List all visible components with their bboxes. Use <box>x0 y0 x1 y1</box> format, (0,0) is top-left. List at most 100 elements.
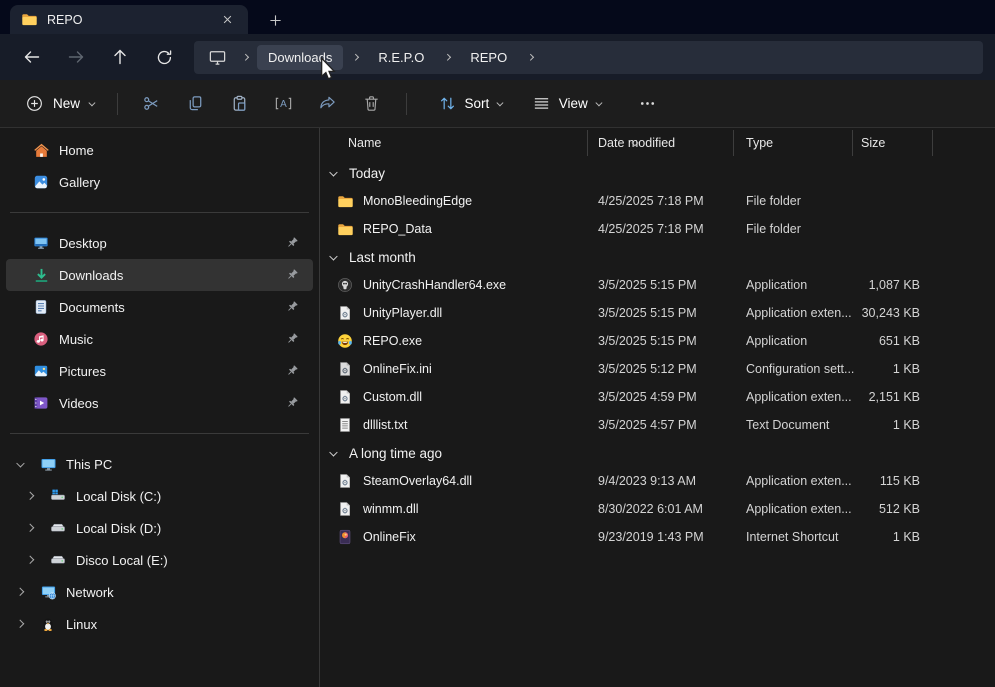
address-bar[interactable]: Downloads R.E.P.O REPO <box>194 41 983 74</box>
view-button[interactable]: View <box>521 87 612 120</box>
breadcrumb-item-r-e-p-o[interactable]: R.E.P.O <box>367 45 435 70</box>
sidebar-item-this-pc[interactable]: This PC <box>6 448 313 480</box>
tree-chevron-icon[interactable] <box>20 493 40 499</box>
group-collapse-icon <box>326 450 340 456</box>
sidebar-item-videos[interactable]: Videos <box>6 387 313 419</box>
column-header-name[interactable]: Name <box>320 130 588 156</box>
sidebar-item-network[interactable]: Network <box>6 576 313 608</box>
breadcrumb-chevron-icon[interactable] <box>435 55 459 60</box>
desktop-icon <box>32 235 50 251</box>
paste-button[interactable] <box>218 86 262 122</box>
sidebar-item-downloads[interactable]: Downloads <box>6 259 313 291</box>
sort-arrows-icon <box>438 94 457 113</box>
share-button[interactable] <box>306 86 350 122</box>
new-tab-button[interactable] <box>264 9 286 31</box>
group-collapse-icon <box>326 170 340 176</box>
linux-icon <box>39 616 57 632</box>
drive-windows-icon <box>49 488 67 504</box>
pin-icon[interactable] <box>285 396 299 410</box>
group-header-today[interactable]: Today <box>320 159 995 187</box>
tab-repo[interactable]: REPO <box>10 5 248 34</box>
dll-icon <box>336 389 354 406</box>
toolbar-divider <box>406 93 407 115</box>
sidebar-item-pictures[interactable]: Pictures <box>6 355 313 387</box>
breadcrumb-chevron-icon[interactable] <box>343 55 367 60</box>
sidebar-item-local-disk-c[interactable]: Local Disk (C:) <box>6 480 313 512</box>
txt-icon <box>336 417 354 434</box>
documents-icon <box>32 299 50 315</box>
sidebar-item-documents[interactable]: Documents <box>6 291 313 323</box>
file-row-dlllist-txt[interactable]: dlllist.txt 3/5/2025 4:57 PM Text Docume… <box>320 411 995 439</box>
refresh-button[interactable] <box>142 39 186 75</box>
back-button[interactable] <box>10 39 54 75</box>
file-row-repo-exe[interactable]: REPO.exe 3/5/2025 5:15 PM Application 65… <box>320 327 995 355</box>
column-header-date-modified[interactable]: Date modified <box>588 130 734 156</box>
file-row-steamoverlay64-dll[interactable]: SteamOverlay64.dll 9/4/2023 9:13 AM Appl… <box>320 467 995 495</box>
navigation-bar: Downloads R.E.P.O REPO <box>0 34 995 80</box>
new-button-label: New <box>53 96 80 111</box>
pin-icon[interactable] <box>285 364 299 378</box>
file-row-repo-data[interactable]: REPO_Data 4/25/2025 7:18 PM File folder <box>320 215 995 243</box>
internet-shortcut-icon <box>336 529 354 546</box>
folder-icon <box>336 193 354 210</box>
copy-button[interactable] <box>174 86 218 122</box>
file-row-custom-dll[interactable]: Custom.dll 3/5/2025 4:59 PM Application … <box>320 383 995 411</box>
breadcrumb-item-repo[interactable]: REPO <box>459 45 518 70</box>
breadcrumb-chevron-icon[interactable] <box>518 55 542 60</box>
sidebar-item-gallery[interactable]: Gallery <box>6 166 313 198</box>
sort-button-label: Sort <box>465 96 490 111</box>
file-row-onlinefix[interactable]: OnlineFix 9/23/2019 1:43 PM Internet Sho… <box>320 523 995 551</box>
music-icon <box>32 331 50 347</box>
breadcrumb-item-downloads[interactable]: Downloads <box>257 45 343 70</box>
pin-icon[interactable] <box>285 332 299 346</box>
pin-icon[interactable] <box>285 300 299 314</box>
tree-chevron-icon[interactable] <box>20 557 40 563</box>
file-row-monobleedingedge[interactable]: MonoBleedingEdge 4/25/2025 7:18 PM File … <box>320 187 995 215</box>
sidebar-item-music[interactable]: Music <box>6 323 313 355</box>
pin-icon[interactable] <box>285 236 299 250</box>
tab-close-icon[interactable] <box>216 9 238 31</box>
up-button[interactable] <box>98 39 142 75</box>
tree-chevron-icon[interactable] <box>10 621 30 627</box>
file-row-onlinefix-ini[interactable]: OnlineFix.ini 3/5/2025 5:12 PM Configura… <box>320 355 995 383</box>
rename-button[interactable]: A <box>262 86 306 122</box>
tree-chevron-icon[interactable] <box>20 525 40 531</box>
chevron-down-icon <box>89 100 95 106</box>
group-header-last-month[interactable]: Last month <box>320 243 995 271</box>
column-header-type[interactable]: Type <box>734 130 853 156</box>
videos-icon <box>32 395 50 411</box>
file-row-winmm-dll[interactable]: winmm.dll 8/30/2022 6:01 AM Application … <box>320 495 995 523</box>
forward-button[interactable] <box>54 39 98 75</box>
joy-emoji-icon <box>336 333 354 350</box>
file-row-unitycrashhandler64-exe[interactable]: UnityCrashHandler64.exe 3/5/2025 5:15 PM… <box>320 271 995 299</box>
sort-button[interactable]: Sort <box>427 87 513 120</box>
this-pc-monitor-icon[interactable] <box>202 48 233 67</box>
column-headers: Name Date modified Type Size <box>320 130 995 156</box>
unity-crash-icon <box>336 277 354 294</box>
column-header-size[interactable]: Size <box>853 130 933 156</box>
sidebar-item-desktop[interactable]: Desktop <box>6 227 313 259</box>
new-button[interactable]: New <box>14 87 105 120</box>
tab-title: REPO <box>47 13 207 27</box>
sidebar-item-local-disk-d[interactable]: Local Disk (D:) <box>6 512 313 544</box>
chevron-down-icon <box>596 100 602 106</box>
home-icon <box>32 142 50 159</box>
cut-button[interactable] <box>130 86 174 122</box>
sidebar-item-disco-local-e[interactable]: Disco Local (E:) <box>6 544 313 576</box>
breadcrumb-chevron-icon[interactable] <box>233 55 257 60</box>
sidebar-item-home[interactable]: Home <box>6 134 313 166</box>
drive-icon <box>49 552 67 568</box>
svg-text:A: A <box>280 99 287 110</box>
group-header-a-long-time-ago[interactable]: A long time ago <box>320 439 995 467</box>
sidebar-divider <box>10 433 309 434</box>
pin-icon[interactable] <box>285 268 299 282</box>
delete-button[interactable] <box>350 86 394 122</box>
tree-chevron-icon[interactable] <box>10 461 30 467</box>
file-row-unityplayer-dll[interactable]: UnityPlayer.dll 3/5/2025 5:15 PM Applica… <box>320 299 995 327</box>
command-toolbar: New A Sort View <box>0 80 995 128</box>
tree-chevron-icon[interactable] <box>10 589 30 595</box>
chevron-down-icon <box>497 100 503 106</box>
dll-icon <box>336 501 354 518</box>
see-more-button[interactable] <box>625 86 669 122</box>
sidebar-item-linux[interactable]: Linux <box>6 608 313 640</box>
